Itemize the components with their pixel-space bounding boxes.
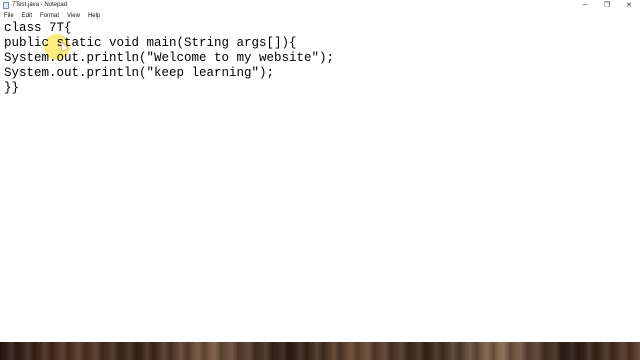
code-line: class 7T{ (4, 21, 72, 35)
menu-file[interactable]: File (0, 11, 18, 21)
menu-edit[interactable]: Edit (18, 11, 36, 21)
menu-bar: File Edit Format View Help (0, 11, 640, 21)
maximize-button[interactable]: ❐ (596, 0, 618, 11)
window-title: 7Test.java - Notepad (12, 2, 68, 8)
code-line: System.out.println("Welcome to my websit… (4, 51, 335, 65)
desktop-background (0, 342, 640, 360)
window-controls: ─ ❐ ✕ (574, 0, 640, 11)
notepad-window: 7Test.java - Notepad ─ ❐ ✕ File Edit For… (0, 0, 640, 342)
menu-view[interactable]: View (63, 11, 84, 21)
code-line: }} (4, 81, 20, 95)
text-editor-area[interactable]: class 7T{public static void main(String … (0, 21, 640, 342)
code-line: System.out.println("keep learning"); (4, 66, 275, 80)
menu-help[interactable]: Help (84, 11, 104, 21)
code-line: public static void main(String args[]){ (4, 36, 297, 50)
code-content[interactable]: class 7T{public static void main(String … (4, 21, 334, 96)
minimize-button[interactable]: ─ (574, 0, 596, 11)
title-bar[interactable]: 7Test.java - Notepad ─ ❐ ✕ (0, 0, 640, 11)
menu-format[interactable]: Format (36, 11, 63, 21)
close-button[interactable]: ✕ (618, 0, 640, 11)
notepad-icon (3, 2, 9, 9)
